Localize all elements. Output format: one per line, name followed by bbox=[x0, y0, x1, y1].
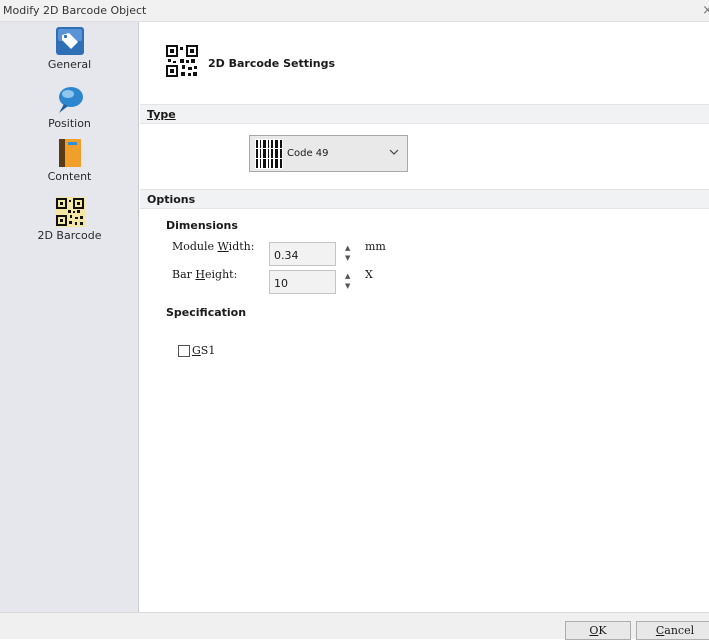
bar-height-unit: X bbox=[365, 268, 373, 281]
window-title: Modify 2D Barcode Object bbox=[3, 4, 147, 17]
title-bar: Modify 2D Barcode Object × bbox=[0, 0, 709, 22]
gs1-checkbox[interactable] bbox=[178, 345, 190, 357]
chevron-down-icon bbox=[389, 146, 399, 159]
bar-height-input[interactable]: 10 bbox=[269, 270, 336, 294]
module-width-input[interactable]: 0.34 bbox=[269, 242, 336, 266]
sidebar-item-label: Position bbox=[48, 117, 91, 130]
main-panel: 2D Barcode Settings Type Code 49 Options… bbox=[140, 22, 709, 612]
sidebar-item-label: Content bbox=[47, 170, 92, 183]
settings-header: 2D Barcode Settings bbox=[140, 22, 709, 100]
barcode-icon bbox=[255, 139, 283, 172]
spin-up-icon[interactable]: ▲ bbox=[345, 245, 350, 252]
dialog-footer: OK Cancel bbox=[0, 612, 709, 640]
sidebar-item-general[interactable]: General bbox=[0, 26, 139, 71]
qr-code-icon bbox=[165, 44, 199, 81]
bar-height-label: Bar Height: bbox=[172, 268, 238, 281]
spin-down-icon[interactable]: ▼ bbox=[345, 283, 350, 290]
options-section-label: Options bbox=[147, 193, 196, 206]
cancel-button[interactable]: Cancel bbox=[636, 621, 709, 640]
tag-icon bbox=[55, 26, 85, 56]
spin-down-icon[interactable]: ▼ bbox=[345, 255, 350, 262]
barcode-type-select[interactable]: Code 49 bbox=[249, 135, 408, 172]
module-width-unit: mm bbox=[365, 240, 386, 253]
options-section-header: Options bbox=[140, 189, 709, 209]
sidebar-item-content[interactable]: Content bbox=[0, 138, 139, 183]
type-section-label: Type bbox=[147, 108, 176, 121]
bar-height-spinner[interactable]: ▲ ▼ bbox=[344, 270, 354, 294]
qr-code-icon bbox=[54, 197, 85, 227]
specification-heading: Specification bbox=[166, 306, 247, 319]
page-title: 2D Barcode Settings bbox=[208, 57, 336, 70]
barcode-type-value: Code 49 bbox=[287, 148, 329, 159]
sidebar-item-position[interactable]: Position bbox=[0, 85, 139, 130]
dimensions-heading: Dimensions bbox=[166, 219, 238, 232]
sidebar-item-label: General bbox=[47, 58, 92, 71]
sidebar-item-2d-barcode[interactable]: 2D Barcode bbox=[0, 197, 139, 242]
sidebar-item-label: 2D Barcode bbox=[37, 229, 102, 242]
sidebar: General Position Content 2D Barcode bbox=[0, 22, 139, 612]
ok-button[interactable]: OK bbox=[565, 621, 631, 640]
pin-icon bbox=[55, 85, 85, 115]
module-width-label: Module Width: bbox=[172, 240, 255, 253]
module-width-spinner[interactable]: ▲ ▼ bbox=[344, 242, 354, 266]
spin-up-icon[interactable]: ▲ bbox=[345, 273, 350, 280]
close-icon[interactable]: × bbox=[702, 3, 709, 18]
type-section-header: Type bbox=[140, 104, 709, 124]
book-icon bbox=[55, 138, 85, 168]
gs1-label: GS1 bbox=[192, 344, 216, 357]
